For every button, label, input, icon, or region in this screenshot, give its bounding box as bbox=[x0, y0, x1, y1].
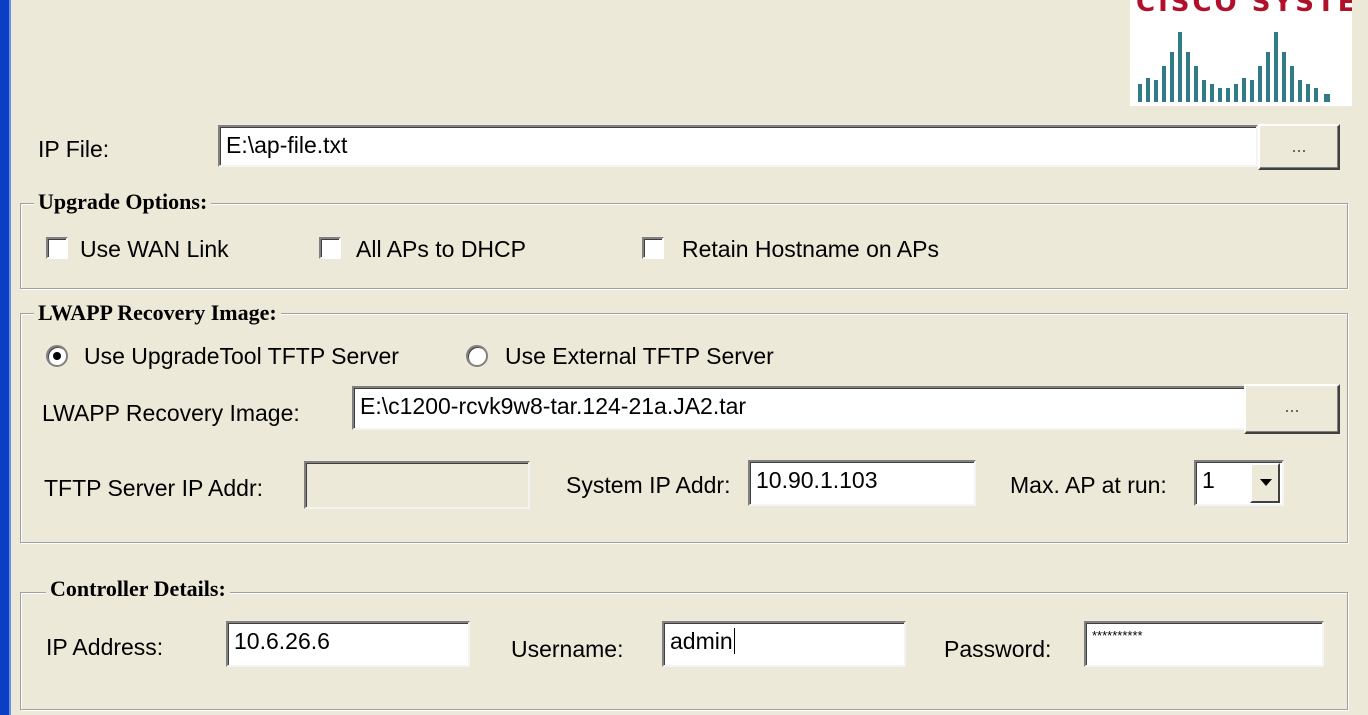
lwapp-image-browse-button[interactable]: ... bbox=[1244, 384, 1340, 434]
password-label: Password: bbox=[944, 636, 1052, 662]
use-external-tftp-radio[interactable] bbox=[466, 345, 488, 367]
window-left-border bbox=[0, 0, 11, 715]
use-upgradetool-tftp-radio[interactable] bbox=[46, 345, 68, 367]
username-input[interactable]: admin bbox=[662, 621, 906, 667]
system-ip-input[interactable]: 10.90.1.103 bbox=[748, 460, 976, 506]
logo-text: CISCO SYSTEMS bbox=[1136, 0, 1352, 18]
upgrade-options-title: Upgrade Options: bbox=[34, 189, 212, 215]
retain-hostname-label[interactable]: Retain Hostname on APs bbox=[682, 236, 939, 263]
tftp-server-ip-label: TFTP Server IP Addr: bbox=[44, 475, 264, 501]
lwapp-image-input[interactable]: E:\c1200-rcvk9w8-tar.124-21a.JA2.tar bbox=[352, 386, 1246, 430]
cisco-bars-icon bbox=[1138, 32, 1330, 102]
system-ip-label: System IP Addr: bbox=[566, 472, 731, 498]
use-external-tftp-label[interactable]: Use External TFTP Server bbox=[505, 343, 774, 370]
use-wan-link-checkbox[interactable] bbox=[46, 237, 68, 259]
lwapp-image-label: LWAPP Recovery Image: bbox=[42, 400, 300, 426]
max-ap-label: Max. AP at run: bbox=[1010, 472, 1167, 498]
controller-details-title: Controller Details: bbox=[46, 576, 230, 602]
username-value: admin bbox=[670, 628, 733, 654]
text-caret bbox=[733, 628, 735, 654]
controller-ip-input[interactable]: 10.6.26.6 bbox=[226, 621, 470, 667]
retain-hostname-checkbox[interactable] bbox=[642, 237, 664, 259]
ip-file-input[interactable]: E:\ap-file.txt bbox=[218, 125, 1258, 167]
ip-file-label: IP File: bbox=[38, 136, 110, 162]
max-ap-value: 1 bbox=[1202, 467, 1215, 493]
cisco-logo: CISCO SYSTEMS bbox=[1130, 0, 1352, 106]
max-ap-dropdown-button[interactable] bbox=[1250, 463, 1280, 503]
use-wan-link-label[interactable]: Use WAN Link bbox=[80, 236, 229, 263]
all-aps-dhcp-checkbox[interactable] bbox=[319, 237, 341, 259]
lwapp-title: LWAPP Recovery Image: bbox=[34, 300, 281, 326]
radio-selected-dot bbox=[53, 352, 61, 360]
controller-ip-label: IP Address: bbox=[46, 634, 164, 660]
ip-file-browse-button[interactable]: ... bbox=[1258, 124, 1340, 170]
use-upgradetool-tftp-label[interactable]: Use UpgradeTool TFTP Server bbox=[84, 343, 399, 370]
chevron-down-icon bbox=[1260, 479, 1272, 486]
password-input[interactable]: ********** bbox=[1084, 621, 1324, 667]
all-aps-dhcp-label[interactable]: All APs to DHCP bbox=[356, 236, 526, 263]
tftp-server-ip-input[interactable] bbox=[304, 461, 530, 509]
username-label: Username: bbox=[511, 636, 624, 662]
